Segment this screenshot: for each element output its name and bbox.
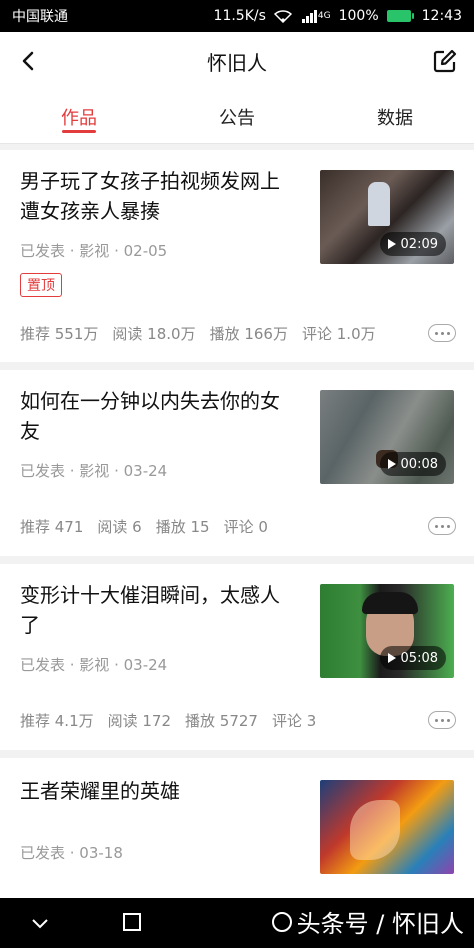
clock: 12:43 <box>421 8 462 24</box>
more-options-icon[interactable] <box>428 711 456 729</box>
video-thumbnail[interactable]: 02:09 <box>320 170 454 264</box>
tab-bar: 作品 公告 数据 <box>0 90 474 144</box>
tab-data[interactable]: 数据 <box>316 90 474 143</box>
item-title: 变形计十大催泪瞬间，太感人 了 <box>20 583 280 637</box>
carrier-label: 中国联通 <box>12 9 68 25</box>
list-item[interactable]: 男子玩了女孩子拍视频发网上 遭女孩亲人暴揍 已发表 · 影视 · 02-05 置… <box>0 150 474 362</box>
item-title: 王者荣耀里的英雄 <box>20 779 180 803</box>
item-stats: 推荐 4.1万 阅读 172 播放 5727 评论 3 <box>20 712 317 730</box>
system-nav-bar: 头条号 / 怀旧人 <box>0 898 474 948</box>
item-meta: 已发表 · 影视 · 03-24 <box>20 656 168 674</box>
video-duration: 05:08 <box>379 646 446 670</box>
video-thumbnail[interactable]: 00:08 <box>320 390 454 484</box>
page-title: 怀旧人 <box>207 50 267 75</box>
wifi-icon <box>273 9 292 23</box>
more-options-icon[interactable] <box>428 517 456 535</box>
edit-icon[interactable] <box>430 46 460 76</box>
cellular-signal-icon: 4G <box>300 9 331 23</box>
back-arrow-icon[interactable] <box>14 46 44 76</box>
play-icon <box>387 459 396 469</box>
play-icon <box>387 239 396 249</box>
tab-announcements[interactable]: 公告 <box>158 90 316 143</box>
list-item[interactable]: 如何在一分钟以内失去你的女 友 已发表 · 影视 · 03-24 00:08 推… <box>0 370 474 556</box>
nav-recents-icon[interactable] <box>120 910 144 934</box>
item-meta: 已发表 · 影视 · 02-05 <box>20 242 168 260</box>
watermark: 头条号 / 怀旧人 <box>271 904 464 939</box>
play-icon <box>387 653 396 663</box>
battery-percent: 100% <box>338 8 379 24</box>
tab-works[interactable]: 作品 <box>0 90 158 143</box>
nav-back-icon[interactable] <box>28 912 52 936</box>
article-thumbnail[interactable] <box>320 780 454 874</box>
network-type: 4G <box>317 11 331 21</box>
more-options-icon[interactable] <box>428 324 456 342</box>
list-item[interactable]: 王者荣耀里的英雄 已发表 · 03-18 <box>0 758 474 898</box>
pinned-badge: 置顶 <box>20 273 62 297</box>
item-meta: 已发表 · 03-18 <box>20 844 123 862</box>
home-circle-icon <box>271 911 292 932</box>
item-meta: 已发表 · 影视 · 03-24 <box>20 462 168 480</box>
video-duration: 02:09 <box>379 232 446 256</box>
video-thumbnail[interactable]: 05:08 <box>320 584 454 678</box>
status-bar: 中国联通 11.5K/s 4G 100% 12:43 <box>0 0 474 32</box>
battery-icon <box>386 10 414 22</box>
top-bar: 怀旧人 <box>0 32 474 90</box>
item-title: 男子玩了女孩子拍视频发网上 遭女孩亲人暴揍 <box>20 169 280 223</box>
list-item[interactable]: 变形计十大催泪瞬间，太感人 了 已发表 · 影视 · 03-24 05:08 推… <box>0 564 474 750</box>
item-stats: 推荐 471 阅读 6 播放 15 评论 0 <box>20 518 268 536</box>
network-speed: 11.5K/s <box>213 8 266 24</box>
item-title: 如何在一分钟以内失去你的女 友 <box>20 389 280 443</box>
article-list: 男子玩了女孩子拍视频发网上 遭女孩亲人暴揍 已发表 · 影视 · 02-05 置… <box>0 150 474 906</box>
item-stats: 推荐 551万 阅读 18.0万 播放 166万 评论 1.0万 <box>20 325 376 343</box>
video-duration: 00:08 <box>379 452 446 476</box>
